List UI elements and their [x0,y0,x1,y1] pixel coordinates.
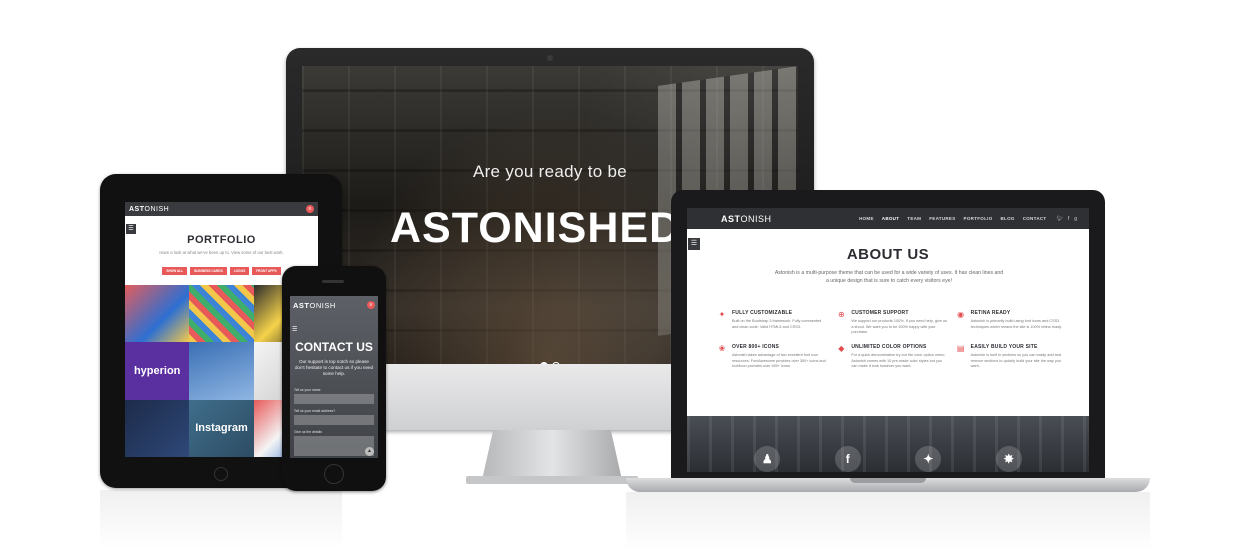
layout-icon: ▤ [956,344,965,354]
social-band: ♟ f ✦ ✸ [687,416,1089,472]
scroll-top-icon[interactable]: ▲ [365,447,374,456]
feature-item: ✦ FULLY CUSTOMIZABLE Built on the Bootstra… [717,310,828,336]
macbook-screen: ASTONISH HOME ABOUT TEAM FEATURES PORTFOLIO B… [687,208,1089,472]
about-title: ABOUT US [846,246,930,263]
feature-title: EASILY BUILD YOUR SITE [970,344,1038,351]
nav-item-blog[interactable]: BLOG [1001,216,1015,221]
google-plus-icon[interactable]: g [1074,216,1077,222]
portfolio-item[interactable] [189,285,254,343]
logo[interactable]: ASTONISH [721,214,772,224]
nav-item-contact[interactable]: CONTACT [1023,216,1047,221]
twitter-icon[interactable]: ✦ [915,446,942,472]
features-grid: ✦ FULLY CUSTOMIZABLE Built on the Bootstra… [717,310,1067,370]
logo[interactable]: ASTONISH [129,206,169,213]
filter-button[interactable]: FRONT APPS [252,267,281,275]
feature-text: Astonish takes advantage of two excellen… [732,353,826,369]
portfolio-item[interactable]: hyperion [125,342,190,400]
speaker [322,280,344,283]
home-button[interactable] [324,464,344,484]
feature-text: Built on the Bootstrap 3 framework. Full… [732,319,822,329]
camera-icon [547,55,553,61]
feature-item: ▤ EASILY BUILD YOUR SITE Astonish is built… [956,344,1067,370]
portfolio-subtitle: Have a look at what we've been up to. Vi… [159,250,284,255]
twitter-icon[interactable]: 🐦︎ [1056,216,1062,222]
fire-icon[interactable]: ✸ [995,446,1022,472]
home-button[interactable] [214,467,228,481]
nav-item-home[interactable]: HOME [859,216,874,221]
navbar: ASTONISH HOME ABOUT TEAM FEATURES PORTFOLIO B… [687,208,1089,229]
feature-item: ❀ OVER 800+ ICONS Astonish takes advantage… [717,344,828,370]
menu-button[interactable]: ≡ [367,301,375,309]
imac-stand [482,430,622,480]
nav-menu: HOME ABOUT TEAM FEATURES PORTFOLIO BLOG CONTAC… [859,216,1046,221]
feature-title: UNLIMITED COLOR OPTIONS [851,344,927,351]
feature-item: ◆ UNLIMITED COLOR OPTIONS For a quick demo… [836,344,947,370]
details-field[interactable] [294,436,374,456]
feature-title: RETINA READY [970,310,1011,316]
email-field[interactable] [294,415,374,425]
feature-text: Astonish is primarily build using font i… [970,319,1062,329]
logo[interactable]: ASTONISH [293,301,336,310]
email-label: Tell us your email address? [294,409,336,413]
menu-button[interactable]: ≡ [306,205,314,213]
imac-foot [466,476,638,484]
feature-title: CUSTOMER SUPPORT [851,310,909,316]
filter-button[interactable]: SHOW ALL [162,267,188,275]
iphone-device: ASTONISH ≡ ☰ CONTACT US Our support is t… [282,266,386,491]
hero-title: ASTONISHED [390,204,682,252]
nav-item-about[interactable]: ABOUT [882,216,900,221]
feature-item: ◉ RETINA READY Astonish is primarily build… [956,310,1067,336]
hero-pretitle: Are you ready to be [472,162,628,181]
feature-item: ⊕ CUSTOMER SUPPORT We support our products… [836,310,947,336]
drop-icon: ◆ [838,344,845,354]
fire-icon: ❀ [718,344,726,354]
facebook-icon[interactable]: f [834,446,861,472]
about-description: Astonish is a multi-purpose theme that c… [774,270,1004,284]
users-icon[interactable]: ♟ [754,446,781,472]
magic-wand-icon: ✦ [718,310,726,319]
name-label: Tell us your name [294,388,321,392]
menu-toggle-icon[interactable]: ☰ [126,224,136,234]
details-label: Give us the details [294,430,322,434]
feature-text: We support our products 100%. If you nee… [851,319,947,335]
band-icons: ♟ f ✦ ✸ [687,446,1089,472]
macbook-device: ASTONISH HOME ABOUT TEAM FEATURES PORTFOLIO B… [671,190,1105,480]
eye-icon: ◉ [957,310,965,319]
portfolio-item[interactable] [125,399,190,457]
feature-title: FULLY CUSTOMIZABLE [732,310,793,316]
social-links: 🐦︎ f g [1056,216,1077,222]
nav-item-team[interactable]: TEAM [907,216,921,221]
nav-item-features[interactable]: FEATURES [929,216,955,221]
name-field[interactable] [294,394,374,404]
feature-title: OVER 800+ ICONS [732,344,780,351]
iphone-screen: ASTONISH ≡ ☰ CONTACT US Our support is t… [290,296,378,458]
facebook-icon[interactable]: f [1068,216,1069,222]
nav-item-portfolio[interactable]: PORTFOLIO [964,216,993,221]
filter-button[interactable]: LOGOS [229,267,250,275]
navbar: ASTONISH ≡ [290,296,378,314]
portfolio-title: PORTFOLIO [187,234,256,246]
menu-toggle-icon[interactable]: ☰ [292,326,297,333]
lifebuoy-icon: ⊕ [837,310,845,319]
feature-text: For a quick demonstration try out the co… [851,353,946,369]
navbar: ASTONISH ≡ [125,202,318,216]
contact-title: CONTACT US [295,340,373,354]
portfolio-item[interactable]: Instagram [189,399,254,457]
portfolio-item[interactable] [125,285,190,343]
filter-button[interactable]: BUSINESS CARDS [190,267,227,275]
portfolio-item[interactable] [189,342,254,400]
feature-text: Astonish is built in sections so you can… [970,353,1061,369]
contact-description: Our support is top notch so please don't… [294,359,374,377]
